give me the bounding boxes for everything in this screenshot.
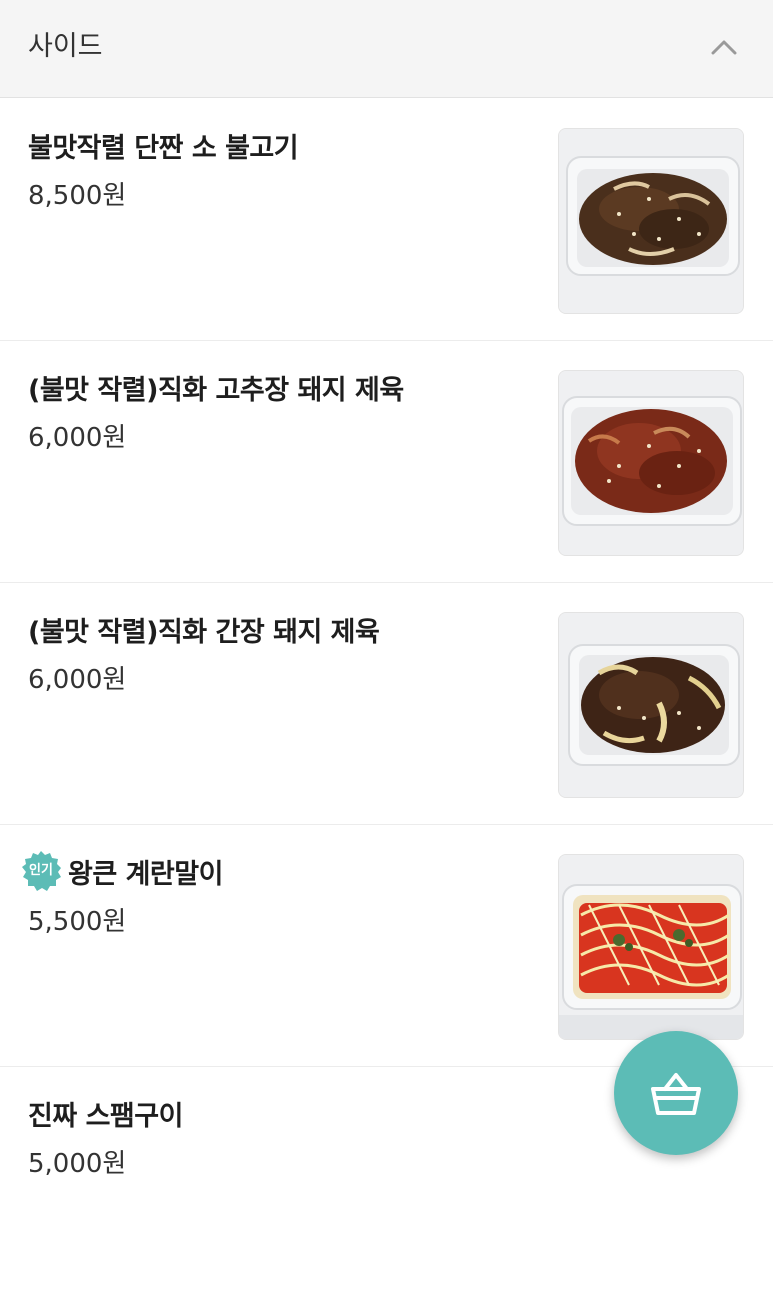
menu-item-name-row: (불맛 작렬)직화 간장 돼지 제육 [28,611,380,648]
menu-item-photo[interactable] [558,370,744,556]
menu-item-price: 8,500원 [28,181,127,211]
menu-item-name-row: 진짜 스팸구이 [28,1095,183,1132]
menu-item[interactable]: (불맛 작렬)직화 간장 돼지 제육 6,000원 [0,583,773,825]
menu-item[interactable]: 불맛작렬 단짠 소 불고기 8,500원 [0,99,773,341]
menu-item-name-row: 인기 왕큰 계란말이 [22,851,223,891]
menu-item-photo[interactable] [558,612,744,798]
menu-item-name-row: 불맛작렬 단짠 소 불고기 [28,127,299,164]
cart-button[interactable] [614,1031,738,1155]
menu-item[interactable]: (불맛 작렬)직화 고추장 돼지 제육 6,000원 [0,341,773,583]
badge-label: 인기 [29,863,53,878]
section-title: 사이드 [28,31,103,62]
popular-badge: 인기 [20,850,62,892]
menu-item-price: 6,000원 [28,665,127,695]
menu-item-price: 6,000원 [28,423,127,453]
menu-item-price: 5,500원 [28,907,127,937]
menu-item-name: (불맛 작렬)직화 고추장 돼지 제육 [28,374,404,406]
chevron-up-icon[interactable] [711,38,737,56]
menu-item-name: 진짜 스팸구이 [28,1100,183,1132]
menu-item-name: 불맛작렬 단짠 소 불고기 [28,132,299,164]
menu-item-price: 5,000원 [28,1149,127,1179]
shopping-basket-icon [651,1073,701,1115]
menu-item[interactable]: 인기 왕큰 계란말이 5,500원 [0,825,773,1067]
menu-item-name: (불맛 작렬)직화 간장 돼지 제육 [28,616,380,648]
menu-item-name-row: (불맛 작렬)직화 고추장 돼지 제육 [28,369,404,406]
section-header[interactable]: 사이드 [0,0,773,98]
menu-item-name: 왕큰 계란말이 [68,858,223,890]
menu-item-photo[interactable] [558,854,744,1040]
menu-item-photo[interactable] [558,128,744,314]
